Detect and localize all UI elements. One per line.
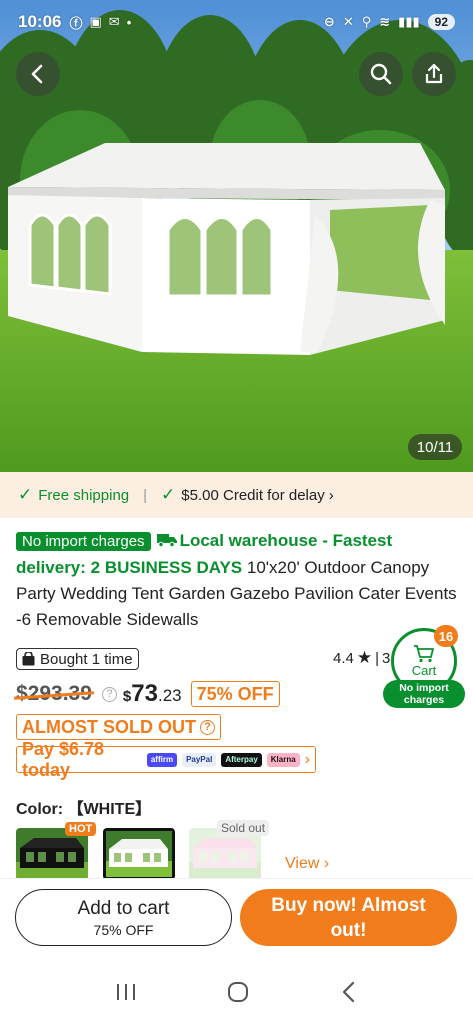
cart-count-badge: 16: [434, 625, 458, 647]
chevron-left-icon: [31, 64, 43, 84]
image-counter: 10/11: [408, 434, 462, 460]
buy-now-button[interactable]: Buy now! Almost out!: [240, 889, 457, 946]
chevron-right-icon: ›: [304, 750, 310, 768]
bag-icon: [22, 652, 35, 666]
search-button[interactable]: [359, 52, 403, 96]
price-row: $293.39 ? $73.23 75% OFF: [16, 680, 280, 708]
wifi-icon: ≋: [379, 14, 391, 29]
dnd-icon: ⊖: [323, 14, 335, 29]
color-selector-label: Color: 【WHITE】: [16, 801, 152, 818]
pay-later-banner[interactable]: Pay $6.78 today affirm PayPal Afterpay K…: [16, 739, 316, 780]
status-time: 10:06: [18, 12, 62, 31]
check-icon: ✓: [18, 485, 33, 504]
almost-sold-out-badge[interactable]: ALMOST SOLD OUT ?: [16, 714, 221, 740]
shipping-banner[interactable]: ✓ Free shipping | ✓ $5.00 Credit for del…: [0, 472, 473, 518]
signal-icon: ▮▮▮: [398, 14, 420, 29]
lock-icon: ▣: [89, 14, 102, 29]
pay-today-label: Pay $6.78 today: [22, 738, 105, 780]
status-bar: 10:06 ⓕ ▣ ✉ • ⊖ ✕ ⚲ ≋ ▮▮▮ 92: [0, 0, 473, 44]
chevron-right-icon: ›: [328, 486, 334, 504]
view-all-colors-link[interactable]: View ›: [285, 855, 329, 873]
cart-icon: [414, 644, 434, 662]
home-icon[interactable]: [226, 980, 250, 1004]
afterpay-logo: Afterpay: [221, 752, 262, 767]
rating-extra: 3: [382, 649, 391, 667]
bottom-action-bar: Add to cart 75% OFF Buy now! Almost out!: [0, 878, 473, 960]
star-icon: ★: [356, 648, 373, 667]
paypal-logo: PayPal: [182, 752, 217, 767]
hot-badge: HOT: [65, 822, 97, 836]
help-icon[interactable]: ?: [101, 686, 117, 702]
klarna-logo: Klarna: [266, 752, 300, 767]
free-shipping-label: Free shipping: [38, 486, 130, 504]
affirm-logo: affirm: [146, 752, 178, 767]
rating-score: 4.4: [333, 649, 354, 667]
mail-icon: ✉: [108, 14, 120, 29]
share-icon: [425, 63, 443, 84]
search-icon: [370, 63, 392, 85]
color-option-white[interactable]: [103, 828, 175, 880]
bought-label: Bought 1 time: [40, 650, 133, 668]
back-button[interactable]: [16, 52, 60, 96]
mute-icon: ✕: [342, 14, 354, 29]
product-title: No import charges Local warehouse - Faste…: [16, 528, 461, 633]
no-import-badge: No import charges: [16, 532, 151, 551]
share-button[interactable]: [412, 52, 456, 96]
check-icon: ✓: [161, 485, 176, 504]
back-nav-icon[interactable]: [339, 980, 359, 1004]
cart-label: Cart: [411, 662, 437, 678]
cart-no-import-pill: No import charges: [383, 680, 465, 708]
truck-icon: [156, 534, 177, 547]
rating[interactable]: 4.4 ★ | 3: [333, 648, 390, 668]
bought-badge: Bought 1 time: [16, 648, 139, 670]
divider: |: [143, 486, 148, 504]
help-icon: ?: [200, 719, 215, 735]
sale-price: $73.23: [122, 680, 182, 707]
delay-credit-label: $5.00 Credit for delay: [181, 486, 325, 504]
system-nav-bar: [0, 960, 473, 1024]
discount-badge: 75% OFF: [190, 681, 280, 707]
facebook-icon: ⓕ: [69, 15, 83, 31]
add-to-cart-button[interactable]: Add to cart 75% OFF: [15, 889, 232, 946]
battery-indicator: 92: [427, 14, 455, 30]
original-price: $293.39: [16, 682, 92, 705]
sold-out-tag: Sold out: [217, 820, 270, 836]
dot-icon: •: [126, 14, 132, 30]
recent-apps-icon[interactable]: [114, 982, 138, 1002]
location-icon: ⚲: [361, 14, 372, 29]
